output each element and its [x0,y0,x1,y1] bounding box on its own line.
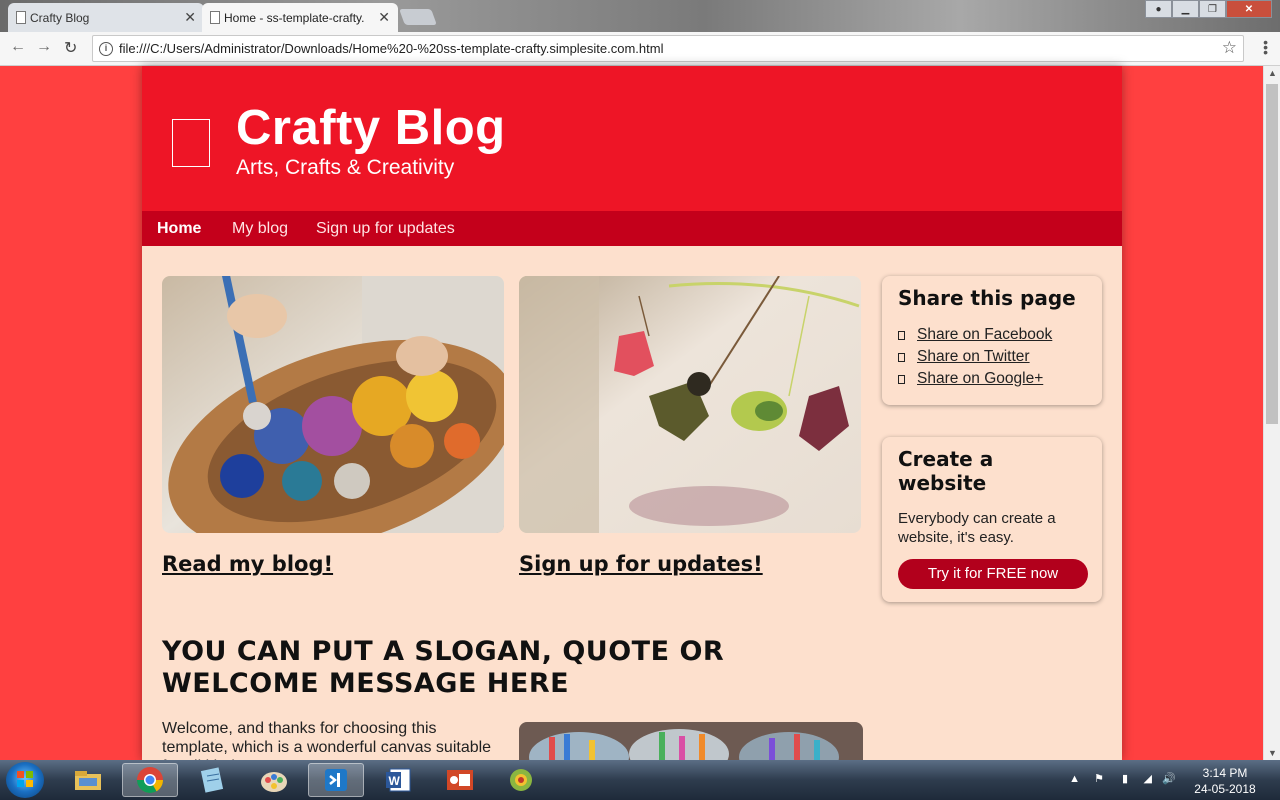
crayons-photo [519,722,863,760]
bookmark-star-icon[interactable]: ☆ [1222,38,1237,58]
paint-palette-illustration [162,276,504,533]
logo-placeholder[interactable] [172,119,210,167]
user-icon[interactable]: ● [1145,0,1172,18]
action-center-flag-icon[interactable]: ⚑ [1094,772,1104,785]
share-title: Share this page [898,286,1076,310]
nav-item-my-blog[interactable]: My blog [232,220,288,238]
tab-home[interactable]: Home - ss-template-crafty.simplesite.com… [202,3,398,32]
show-hidden-icons-icon[interactable]: ▲ [1069,773,1080,785]
window-controls: ● ▁ ❐ ✕ [1145,0,1272,18]
share-twitter-item: Share on Twitter [898,346,1086,368]
paint-icon[interactable] [246,763,302,797]
scroll-down-arrow-icon[interactable]: ▼ [1268,748,1277,758]
info-icon[interactable]: i [99,42,113,56]
close-tab-icon[interactable]: ✕ [378,9,390,26]
create-text: Everybody can create a website, it's eas… [898,510,1056,546]
start-button[interactable] [6,762,44,798]
read-my-blog-link[interactable]: Read my blog! [162,552,333,576]
share-facebook-link[interactable]: Share on Facebook [917,326,1052,344]
tab-title: Home - ss-template-crafty.simplesite.com [224,10,364,25]
share-list: Share on Facebook Share on Twitter Share… [898,324,1086,390]
vertical-scrollbar[interactable]: ▲ ▼ [1263,66,1280,760]
page-icon [210,11,220,24]
svg-text:W: W [389,774,401,788]
browser-toolbar: ← → ↻ i file:///C:/Users/Administrator/D… [0,32,1280,66]
menu-dots-icon[interactable]: • • • [1263,35,1268,59]
crayons-illustration [519,722,863,760]
tab-strip: Crafty Blog ✕ Home - ss-template-crafty.… [0,0,1280,32]
clock-time: 3:14 PM [1202,766,1248,780]
file-explorer-icon[interactable] [60,763,116,797]
page-icon [16,11,26,24]
create-website-box: Create a website Everybody can create a … [882,437,1102,602]
welcome-text: Welcome, and thanks for choosing this te… [162,720,492,760]
battery-icon[interactable]: ▮ [1122,772,1128,785]
bullet-icon [898,374,905,384]
share-google-link[interactable]: Share on Google+ [917,370,1043,388]
crochet-animals-illustration [519,276,861,533]
volume-icon[interactable]: 🔊 [1162,772,1176,785]
share-google-item: Share on Google+ [898,368,1086,390]
maximize-button[interactable]: ❐ [1199,0,1226,18]
tab-crafty-blog[interactable]: Crafty Blog ✕ [8,3,204,32]
site-header: Crafty Blog Arts, Crafts & Creativity [142,66,1122,211]
share-twitter-link[interactable]: Share on Twitter [917,348,1030,366]
powerpoint-icon[interactable] [432,763,488,797]
tab-title: Crafty Blog [30,10,90,25]
site-title[interactable]: Crafty Blog [236,100,506,156]
windows-logo-icon [17,771,33,787]
try-free-button[interactable]: Try it for FREE now [898,559,1088,589]
back-arrow-icon[interactable]: ← [10,38,26,56]
windows-taskbar: W ▲ ⚑ ▮ ◢ 🔊 3:14 PM 24-05-2018 [0,760,1280,800]
page-container: Crafty Blog Arts, Crafts & Creativity Ho… [142,66,1122,760]
word-icon[interactable]: W [370,763,426,797]
share-box: Share this page Share on Facebook Share … [882,276,1102,405]
new-tab-button[interactable] [399,9,437,25]
site-subtitle: Arts, Crafts & Creativity [236,156,455,179]
sign-up-updates-link[interactable]: Sign up for updates! [519,552,763,576]
paint-palette-photo[interactable] [162,276,504,533]
scroll-up-arrow-icon[interactable]: ▲ [1268,68,1277,78]
close-window-button[interactable]: ✕ [1226,0,1272,18]
slogan-heading: YOU CAN PUT A SLOGAN, QUOTE OR WELCOME M… [162,636,725,699]
create-title: Create a website [898,447,994,495]
reload-icon[interactable]: ↻ [64,38,77,58]
forward-arrow-icon[interactable]: → [36,38,52,56]
system-clock[interactable]: 3:14 PM 24-05-2018 [1190,765,1260,797]
clock-date: 24-05-2018 [1194,782,1256,796]
minimize-button[interactable]: ▁ [1172,0,1199,18]
bullet-icon [898,352,905,362]
crochet-mobile-photo[interactable] [519,276,861,533]
scroll-thumb[interactable] [1266,84,1278,424]
bullet-icon [898,330,905,340]
chameleon-app-icon[interactable] [494,763,550,797]
browser-window: Crafty Blog ✕ Home - ss-template-crafty.… [0,0,1280,66]
notepad-icon[interactable] [184,763,240,797]
share-facebook-item: Share on Facebook [898,324,1086,346]
nav-item-home[interactable]: Home [157,220,201,238]
address-bar[interactable]: i file:///C:/Users/Administrator/Downloa… [92,35,1244,62]
url-text: file:///C:/Users/Administrator/Downloads… [119,41,664,56]
nav-item-sign-up[interactable]: Sign up for updates [316,220,455,238]
chrome-icon[interactable] [122,763,178,797]
site-navigation: Home My blog Sign up for updates [142,211,1122,246]
visual-studio-code-icon[interactable] [308,763,364,797]
network-icon[interactable]: ◢ [1144,772,1152,785]
close-tab-icon[interactable]: ✕ [184,9,196,26]
